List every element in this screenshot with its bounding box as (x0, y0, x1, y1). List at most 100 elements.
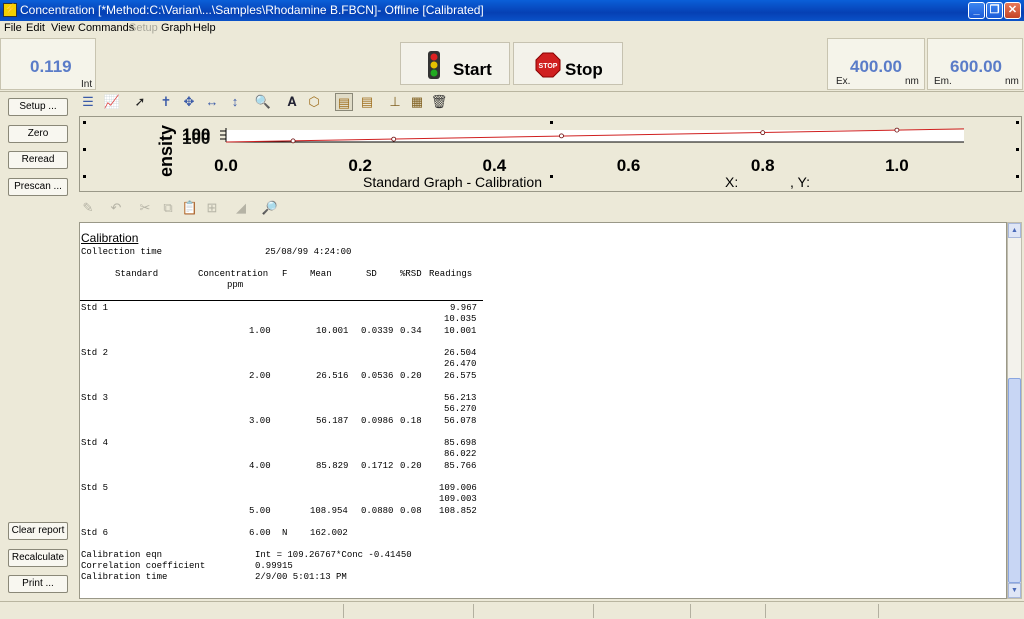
std-reading: 85.766 (444, 461, 477, 471)
scroll-thumb[interactable] (1008, 378, 1021, 583)
std-reading: 85.698 (444, 438, 477, 448)
std-flag: N (282, 528, 288, 538)
start-label: Start (453, 60, 492, 79)
data-point[interactable] (290, 138, 296, 144)
report-panel[interactable]: Calibration Collection time 25/08/99 4:2… (79, 222, 1007, 599)
prescan-button[interactable]: Prescan ... (8, 178, 68, 196)
menu-commands[interactable]: Commands (78, 22, 134, 34)
cursor-icon[interactable]: ✝ (157, 93, 175, 111)
data-point[interactable] (391, 136, 397, 142)
handle-bc (550, 175, 553, 178)
std-sd: 0.0536 (361, 371, 394, 381)
std-reading: 26.504 (444, 348, 477, 358)
cut-icon[interactable]: ✂ (136, 199, 154, 217)
zoom-icon[interactable]: 🔍 (254, 93, 272, 111)
reread-button[interactable]: Reread (8, 151, 68, 169)
menu-graph[interactable]: Graph (161, 22, 192, 34)
scroll-up-button[interactable]: ▲ (1008, 223, 1021, 238)
copy-icon[interactable]: ⧉ (159, 199, 177, 217)
y-tick-label-overlap: 100 (182, 129, 210, 148)
std-mean: 56.187 (316, 416, 349, 426)
std-name: Std 1 (81, 303, 109, 313)
menu-edit[interactable]: Edit (26, 22, 45, 34)
edit-icon[interactable]: ✎ (79, 199, 97, 217)
close-button[interactable]: ✕ (1004, 2, 1021, 19)
std-rsd: 0.18 (400, 416, 422, 426)
std-name: Std 3 (81, 393, 109, 403)
cal-time-value: 2/9/00 5:01:13 PM (255, 572, 347, 582)
move-icon[interactable]: ✥ (180, 93, 198, 111)
stop-button[interactable]: STOP Stop (513, 42, 623, 85)
list-icon[interactable]: ☰ (79, 93, 97, 111)
text-icon[interactable]: 𝐀 (283, 93, 301, 111)
data-point[interactable] (760, 130, 766, 136)
handle-mr (1016, 148, 1019, 151)
report-heading: Calibration (81, 231, 139, 245)
h-resize-icon[interactable]: ↔ (203, 93, 221, 111)
start-button[interactable]: Start (400, 42, 510, 85)
cursor-x-label: X: (725, 174, 738, 190)
axes-icon[interactable]: ⊥ (386, 93, 404, 111)
setup-button[interactable]: Setup ... (8, 98, 68, 116)
stop-sign-icon: STOP (535, 52, 561, 78)
graph-toolbar: ☰ 📈 ➚ ✝ ✥ ↔ ↕ 🔍 𝐀 ⬡ ▤ ▤ ⊥ ▦ 🗑 (79, 93, 1022, 115)
x-tick-label: 0.6 (617, 156, 641, 175)
handle-tl (83, 121, 86, 124)
status-bar (0, 601, 1024, 619)
undo-icon[interactable]: ↶ (107, 199, 125, 217)
col-standard: Standard (115, 269, 159, 279)
clear-report-button[interactable]: Clear report (8, 522, 68, 540)
recalculate-button[interactable]: Recalculate (8, 549, 68, 567)
v-resize-icon[interactable]: ↕ (226, 93, 244, 111)
std-name: Std 5 (81, 483, 109, 493)
top-panel: 0.119 Int Start STOP Stop 400.00 Ex. nm … (0, 36, 1024, 92)
std-reading: 10.035 (444, 314, 477, 324)
ex-unit: nm (905, 76, 919, 87)
cal-eqn-label: Calibration eqn (81, 550, 163, 560)
minimize-button[interactable]: _ (968, 2, 985, 19)
pointer-icon[interactable]: ➚ (131, 93, 149, 111)
col-readings: Readings (429, 269, 473, 279)
menu-help[interactable]: Help (193, 22, 216, 34)
graph-props-icon[interactable]: ▦ (408, 93, 426, 111)
delete-icon[interactable]: 🗑 (430, 93, 448, 111)
std-reading: 109.006 (439, 483, 477, 493)
scroll-down-button[interactable]: ▼ (1008, 583, 1021, 598)
paste-special-icon[interactable]: ⊞ (203, 199, 221, 217)
std-name: Std 6 (81, 528, 109, 538)
label-icon[interactable]: ⬡ (305, 93, 323, 111)
data-point[interactable] (559, 133, 564, 139)
std-conc: 4.00 (249, 461, 271, 471)
menu-view[interactable]: View (51, 22, 75, 34)
status-separator (593, 604, 594, 618)
calibration-graph[interactable]: ensity 100 100 0.0 0.2 0.4 0.6 0.8 1.0 Standa… (79, 116, 1022, 192)
maximize-button[interactable]: ❐ (986, 2, 1003, 19)
graph-caption: Standard Graph - Calibration (363, 174, 542, 190)
handle-ml (83, 148, 86, 151)
corr-coef-value: 0.99915 (255, 561, 293, 571)
menu-file[interactable]: File (4, 22, 22, 34)
intensity-readout: 0.119 Int (0, 38, 96, 90)
bell-icon[interactable]: ◢ (232, 199, 250, 217)
std-sd: 0.0339 (361, 326, 394, 336)
std-reading: 56.270 (444, 404, 477, 414)
col-rsd: %RSD (400, 269, 422, 279)
print-button[interactable]: Print ... (8, 575, 68, 593)
handle-bl (83, 175, 86, 178)
std-reading: 56.213 (444, 393, 477, 403)
data-point[interactable] (894, 127, 900, 133)
col-concentration: Concentration (198, 269, 269, 279)
ex-readout: 400.00 Ex. nm (827, 38, 925, 90)
x-tick-label: 1.0 (885, 156, 909, 175)
format-a-icon[interactable]: ▤ (335, 93, 353, 111)
zero-button[interactable]: Zero (8, 125, 68, 143)
graph-icon[interactable]: 📈 (103, 93, 121, 111)
paste-icon[interactable]: 📋 (181, 199, 199, 217)
em-label: Em. (934, 76, 952, 87)
menu-setup[interactable]: Setup (129, 22, 158, 34)
preview-icon[interactable]: 🔎 (261, 199, 279, 217)
report-scrollbar[interactable]: ▲ ▼ (1007, 222, 1022, 599)
format-b-icon[interactable]: ▤ (358, 93, 376, 111)
graph-canvas: ensity 100 100 0.0 0.2 0.4 0.6 0.8 1.0 Standa… (83, 121, 1019, 190)
std-reading: 10.001 (444, 326, 477, 336)
